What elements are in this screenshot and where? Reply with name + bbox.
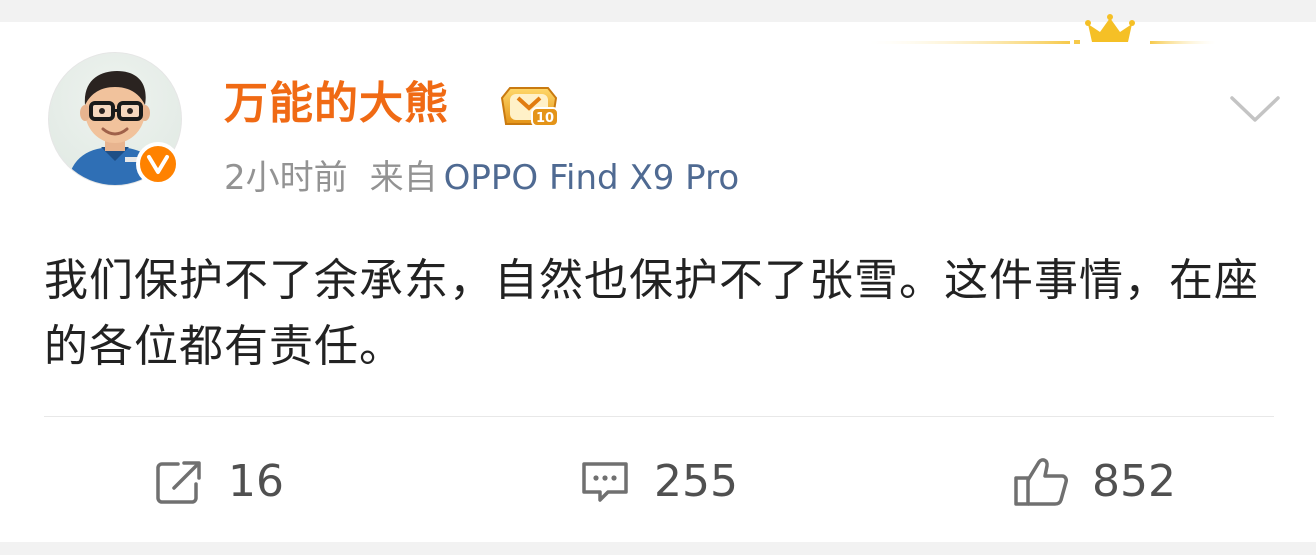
username[interactable]: 万能的大熊 xyxy=(224,76,449,132)
chevron-down-icon[interactable] xyxy=(1228,92,1282,126)
comment-count: 255 xyxy=(654,456,738,507)
divider xyxy=(44,416,1274,417)
comment-icon xyxy=(578,458,632,506)
bottom-gap xyxy=(0,542,1316,555)
repost-button[interactable]: 16 xyxy=(154,454,284,510)
repost-count: 16 xyxy=(228,456,284,507)
like-count: 852 xyxy=(1092,456,1176,507)
level-badge-icon: 10 xyxy=(500,87,559,127)
post-text: 我们保护不了余承东，自然也保护不了张雪。这件事情，在座的各位都有责任。 xyxy=(44,255,1259,372)
source-label: 来自 xyxy=(369,158,438,198)
like-button[interactable]: 852 xyxy=(1012,454,1176,510)
verified-v-icon xyxy=(136,142,180,186)
crown-icon xyxy=(870,14,1216,44)
source-device-link[interactable]: OPPO Find X9 Pro xyxy=(444,158,739,198)
level-number: 10 xyxy=(536,111,554,126)
post-meta: 2小时前 来自 OPPO Find X9 Pro xyxy=(224,154,739,202)
repost-icon xyxy=(154,458,206,506)
post-time: 2小时前 xyxy=(224,158,348,198)
comment-button[interactable]: 255 xyxy=(578,454,738,510)
thumbs-up-icon xyxy=(1012,456,1070,508)
